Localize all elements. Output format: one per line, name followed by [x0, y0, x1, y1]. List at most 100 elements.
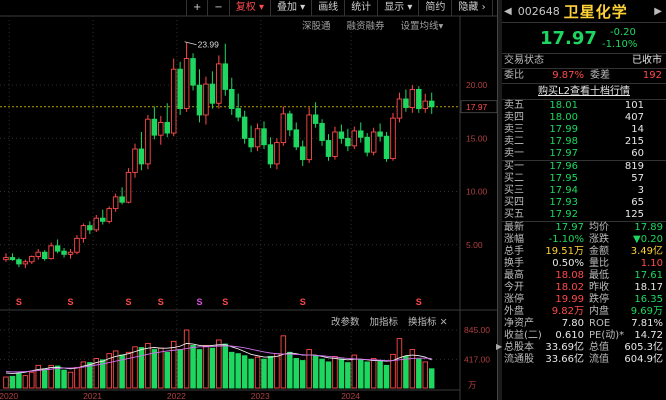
switch-indicator-button[interactable]: 换指标 ✕: [408, 314, 448, 328]
volume-bar-down: [41, 368, 48, 389]
candle-down: [325, 140, 332, 157]
volume-bar-up: [29, 371, 35, 389]
margin-trading-link[interactable]: 融资融券: [347, 18, 385, 32]
stats-row: 外盘 9.82万 内盘 9.69万: [502, 306, 666, 318]
stat-label: 流值: [589, 354, 609, 365]
stat-label: 总值: [589, 342, 609, 353]
add-indicator-button[interactable]: 加指标: [370, 314, 399, 328]
volume-bar-up: [67, 371, 74, 389]
year-label: 2024: [341, 391, 360, 400]
ask-price: 17.99: [549, 124, 578, 135]
zoom-in-button[interactable]: +: [187, 0, 209, 16]
price-summary: 17.97 -0.20 -1.10%: [502, 23, 666, 54]
volume-bar-up: [22, 375, 29, 389]
chevron-down-icon: ▾: [404, 2, 413, 13]
edit-params-button[interactable]: 改参数: [331, 314, 360, 328]
draw-line-button[interactable]: 画线: [312, 0, 346, 16]
order-ratio-row: 委比 9.87% 委差 192: [502, 69, 666, 84]
candle-down: [312, 114, 319, 124]
candle-up: [370, 131, 377, 153]
display-button[interactable]: 显示 ▾: [378, 0, 420, 16]
stat-value: 0.50%: [552, 258, 584, 269]
candle-down: [416, 88, 422, 110]
adjust-button[interactable]: 复权 ▾: [230, 0, 271, 16]
ma-settings-link[interactable]: 设置均线▾: [401, 18, 444, 32]
candle-up: [409, 88, 416, 108]
bid-row[interactable]: 买三 17.94 3: [502, 185, 666, 197]
stats-row: 收益(二) 0.610 PE(动)* 14.72: [502, 330, 666, 342]
l2-upgrade-link[interactable]: 购买L2查看十档行情: [538, 84, 630, 99]
bid-row[interactable]: 买五 17.92 125: [502, 209, 666, 221]
stat-value: 14.72: [634, 330, 663, 341]
webi-value: 9.87%: [552, 70, 584, 81]
bid-row[interactable]: 买四 17.93 65: [502, 197, 666, 209]
bid-price: 17.93: [549, 197, 578, 208]
volume-bar-down: [383, 364, 390, 389]
stat-value: 605.3亿: [624, 342, 663, 353]
candle-down: [222, 63, 229, 90]
bid-label: 买一: [504, 161, 524, 172]
candle-down: [196, 84, 203, 116]
chevron-down-icon: ▾: [296, 2, 306, 13]
ask-price: 18.01: [549, 100, 578, 111]
candle-down: [428, 100, 435, 108]
bid-row[interactable]: 买二 17.95 57: [502, 173, 666, 185]
zoom-out-button[interactable]: −: [208, 0, 230, 16]
kline-chart[interactable]: 20.00 15.00 10.00 5.00 845.00 417.00 万 17.97 23.…: [0, 0, 498, 400]
bid-row[interactable]: 买一 17.96 819: [502, 161, 666, 173]
statistics-button[interactable]: 统计: [345, 0, 379, 16]
candle-up: [422, 100, 429, 110]
candle-down: [164, 121, 170, 134]
candle-down: [9, 257, 16, 261]
stat-value: 19.51万: [545, 246, 584, 257]
candle-up: [93, 217, 100, 231]
stat-value: 604.9亿: [624, 354, 663, 365]
candle-up: [74, 237, 80, 253]
candle-up: [48, 245, 54, 260]
webi-label: 委比: [504, 70, 524, 81]
ask-volume: 215: [624, 136, 644, 147]
volume-bar-down: [416, 358, 422, 389]
current-price-label: 17.97: [466, 102, 488, 112]
hide-button[interactable]: 隐藏 ›: [452, 0, 493, 16]
stats-row: 流通股 33.66亿 流值 604.9亿: [502, 354, 666, 366]
candle-up: [29, 256, 35, 263]
display-label: 显示: [384, 2, 405, 13]
candle-down: [248, 137, 254, 148]
ma-settings-label: 设置均线: [400, 21, 439, 32]
close-icon[interactable]: ✕: [437, 317, 448, 328]
stat-label: 最高: [504, 270, 524, 281]
stat-value: 18.08: [555, 270, 584, 281]
overlay-button[interactable]: 叠加 ▾: [271, 0, 313, 16]
ask-row[interactable]: 卖三 17.99 14: [502, 124, 666, 136]
volume-axis-label: 417.00: [464, 354, 490, 364]
ask-row[interactable]: 卖二 17.98 215: [502, 136, 666, 148]
stat-value: 7.80: [561, 318, 584, 329]
l2-banner-row: 购买L2查看十档行情: [502, 84, 666, 100]
ask-row[interactable]: 卖五 18.01 101: [502, 100, 666, 112]
stat-label: 换手: [504, 258, 524, 269]
stat-label: 内盘: [589, 306, 609, 317]
ask-row[interactable]: 卖四 18.00 407: [502, 112, 666, 124]
ask-price: 17.98: [549, 136, 578, 147]
stat-value: 33.66亿: [545, 354, 584, 365]
stat-value: 17.89: [634, 222, 663, 233]
prev-stock-icon[interactable]: ◀: [504, 6, 512, 17]
candle-up: [125, 171, 132, 203]
ask-volume: 101: [624, 100, 644, 111]
candle-down: [287, 113, 293, 131]
kline-chart-area[interactable]: 20.00 15.00 10.00 5.00 845.00 417.00 万 17.97 23.…: [0, 0, 498, 400]
stat-value: 33.69亿: [545, 342, 584, 353]
next-stock-icon[interactable]: ▶: [654, 6, 662, 17]
candle-up: [22, 261, 29, 265]
simple-mode-button[interactable]: 简约: [419, 0, 453, 16]
candle-up: [351, 130, 358, 147]
candle-down: [209, 83, 216, 104]
volume-bar-up: [125, 351, 132, 389]
volume-bar-down: [428, 368, 435, 389]
ask-row[interactable]: 卖一 17.97 60: [502, 148, 666, 160]
candle-down: [16, 259, 22, 265]
ask-label: 卖三: [504, 124, 524, 135]
hk-connect-link[interactable]: 深股通: [302, 18, 331, 32]
candle-up: [306, 114, 312, 161]
